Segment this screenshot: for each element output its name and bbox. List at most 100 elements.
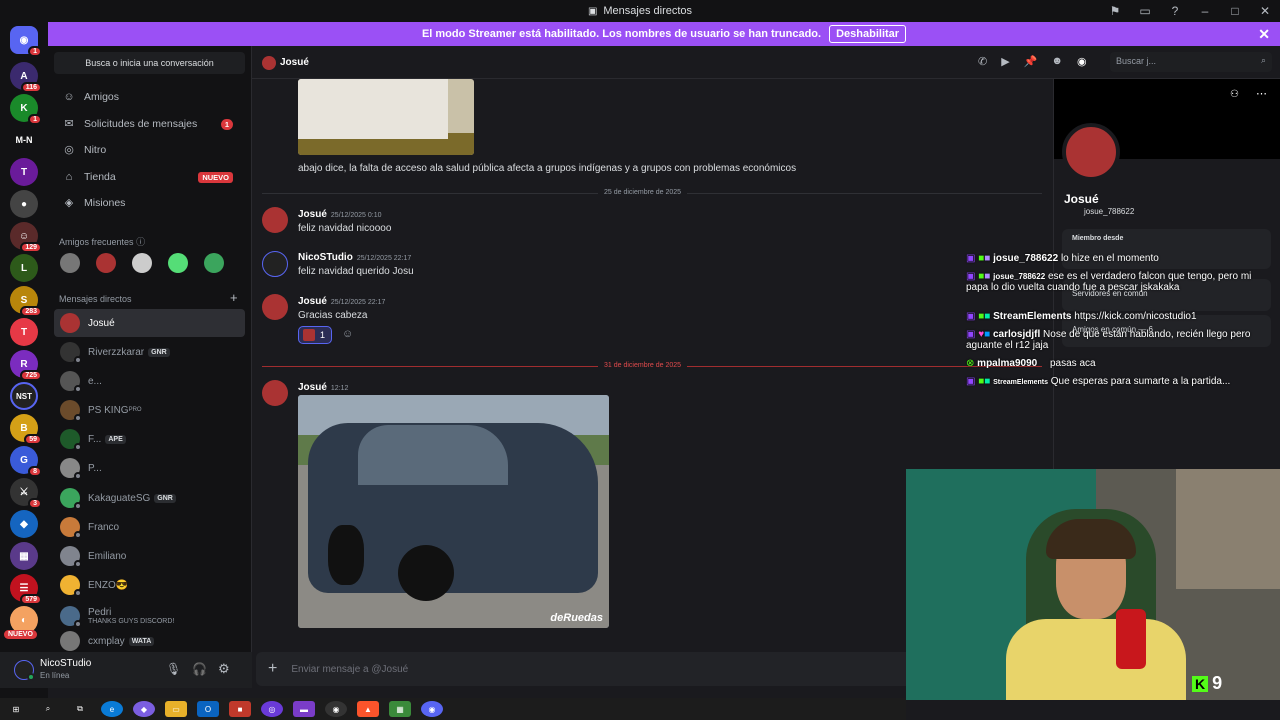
dm-item[interactable]: P...	[54, 454, 245, 482]
server-icon[interactable]: ▦	[10, 542, 38, 570]
dm-item[interactable]: Franco	[54, 513, 245, 541]
user-name: NicoSTudio	[40, 658, 92, 669]
app-icon[interactable]: ■	[229, 701, 251, 717]
dm-item[interactable]: Riverzzkarar GNR	[54, 338, 245, 366]
user-panel: NicoSTudio En línea 🎙 🎧 ⚙	[0, 652, 252, 688]
profile-icon[interactable]: ◉	[1077, 55, 1087, 68]
pin-icon[interactable]: 📌	[1024, 55, 1038, 68]
help-icon[interactable]: ?	[1160, 4, 1190, 18]
call-icon[interactable]: ✆	[978, 55, 987, 68]
edge-icon[interactable]: e	[101, 701, 123, 717]
nav-friends[interactable]: ☺ Amigos	[54, 84, 245, 110]
nav-message-requests[interactable]: ✉ Solicitudes de mensajes 1	[54, 111, 245, 137]
add-friends-icon[interactable]: ☻	[1051, 55, 1063, 68]
disable-streamer-button[interactable]: Deshabilitar	[829, 25, 907, 43]
more-icon[interactable]: ⋯	[1256, 87, 1267, 100]
avatar[interactable]	[168, 253, 188, 273]
inbox-icon[interactable]: ⚑	[1100, 4, 1130, 18]
message-author[interactable]: Josué	[298, 382, 327, 393]
server-icon[interactable]: ◆	[10, 510, 38, 538]
dm-item[interactable]: ENZO😎	[54, 571, 245, 599]
headphones-icon[interactable]: 🎧	[192, 662, 207, 676]
avatar[interactable]	[14, 660, 35, 681]
steam-icon[interactable]: ◉	[325, 701, 347, 717]
nav-badge: 1	[220, 118, 233, 130]
server-icon[interactable]: G8	[10, 446, 42, 477]
task-view-icon[interactable]: ⧉	[69, 701, 91, 717]
search-conversation-button[interactable]: Busca o inicia una conversación	[54, 52, 245, 74]
message-author[interactable]: NicoSTudio	[298, 252, 353, 263]
reaction-chip[interactable]: 1	[298, 326, 332, 344]
server-icon[interactable]: T	[10, 158, 38, 186]
settings-gear-icon[interactable]: ⚙	[218, 661, 230, 677]
dm-item[interactable]: PS KING PRO	[54, 396, 245, 424]
server-icon[interactable]: ●	[10, 190, 38, 218]
file-explorer-icon[interactable]: ▭	[165, 701, 187, 717]
server-icon[interactable]: S 283	[10, 286, 42, 317]
dm-status: THANKS GUYS DISCORD!	[88, 618, 175, 625]
windows-start-icon[interactable]: ⊞	[5, 701, 27, 717]
car-photo[interactable]: deRuedas	[298, 395, 609, 628]
avatar[interactable]	[262, 380, 288, 406]
close-icon[interactable]: ✕	[1258, 26, 1270, 43]
nav-shop[interactable]: ⌂ Tienda NUEVO	[54, 164, 245, 190]
dm-item[interactable]: Pedri THANKS GUYS DISCORD!	[54, 602, 245, 630]
profile-avatar[interactable]	[1062, 123, 1120, 181]
frequent-friends-row	[60, 253, 232, 273]
dm-item[interactable]: Josué	[54, 309, 245, 337]
guild-tag: APE	[105, 434, 126, 444]
dm-name: F...	[88, 433, 102, 445]
app-icon[interactable]: ▦	[389, 701, 411, 717]
discord-taskbar-icon[interactable]: ◉	[421, 701, 443, 717]
nav-quests[interactable]: ◈ Misiones	[54, 190, 245, 216]
maximize-button[interactable]: □	[1220, 4, 1250, 18]
avatar[interactable]	[262, 294, 288, 320]
nav-nitro[interactable]: ◎ Nitro	[54, 137, 245, 163]
server-icon[interactable]: K1	[10, 94, 42, 125]
mic-icon[interactable]: 🎙	[166, 662, 181, 676]
avatar[interactable]	[262, 207, 288, 233]
minimize-button[interactable]: –	[1190, 4, 1220, 18]
avatar[interactable]	[96, 253, 116, 273]
brave-icon[interactable]: ▲	[357, 701, 379, 717]
server-icon[interactable]: ☰ 579	[10, 574, 42, 605]
dm-item[interactable]: e...	[54, 367, 245, 395]
copilot-icon[interactable]: ◆	[133, 701, 155, 717]
server-icon[interactable]: M-N	[10, 126, 38, 154]
outlook-icon[interactable]: O	[197, 701, 219, 717]
avatar[interactable]	[60, 253, 80, 273]
server-icon[interactable]: ⚔ 3	[10, 478, 42, 509]
add-reaction-icon[interactable]: ☺	[342, 328, 353, 340]
app-icon[interactable]: ▬	[293, 701, 315, 717]
home-button[interactable]: ◉ 1	[10, 26, 42, 57]
add-friend-icon[interactable]: ⚇	[1230, 89, 1239, 100]
server-icon[interactable]: R 725	[10, 350, 42, 381]
server-icon[interactable]: T	[10, 318, 38, 346]
avatar[interactable]	[132, 253, 152, 273]
avatar[interactable]	[262, 251, 288, 277]
dm-item[interactable]: KakaguateSG GNR	[54, 484, 245, 512]
add-attachment-icon[interactable]: +	[268, 660, 277, 678]
server-icon[interactable]: ☺ 129	[10, 222, 42, 253]
dm-item[interactable]: cxmplay WATA	[54, 631, 245, 651]
guild-tag: GNR	[154, 493, 176, 503]
message-author[interactable]: Josué	[298, 209, 327, 220]
info-icon: ⓘ	[136, 237, 146, 247]
search-icon[interactable]: ⌕	[37, 701, 59, 717]
search-input[interactable]: Buscar j... ⌕	[1110, 52, 1272, 72]
message-author[interactable]: Josué	[298, 296, 327, 307]
add-dm-icon[interactable]: +	[230, 290, 238, 305]
screen-icon[interactable]: ▭	[1130, 4, 1160, 18]
attachment-image[interactable]	[298, 79, 474, 155]
server-icon[interactable]: B 59	[10, 414, 42, 445]
close-window-button[interactable]: ✕	[1250, 4, 1280, 18]
avatar	[262, 56, 276, 70]
server-icon[interactable]: NST	[10, 382, 38, 410]
avatar[interactable]	[204, 253, 224, 273]
dm-item[interactable]: Emiliano	[54, 542, 245, 570]
obs-icon[interactable]: ◎	[261, 701, 283, 717]
dm-item[interactable]: F... APE	[54, 425, 245, 453]
video-icon[interactable]: ▶	[1001, 55, 1009, 68]
server-icon[interactable]: A 116	[10, 62, 42, 93]
server-icon[interactable]: L	[10, 254, 38, 282]
